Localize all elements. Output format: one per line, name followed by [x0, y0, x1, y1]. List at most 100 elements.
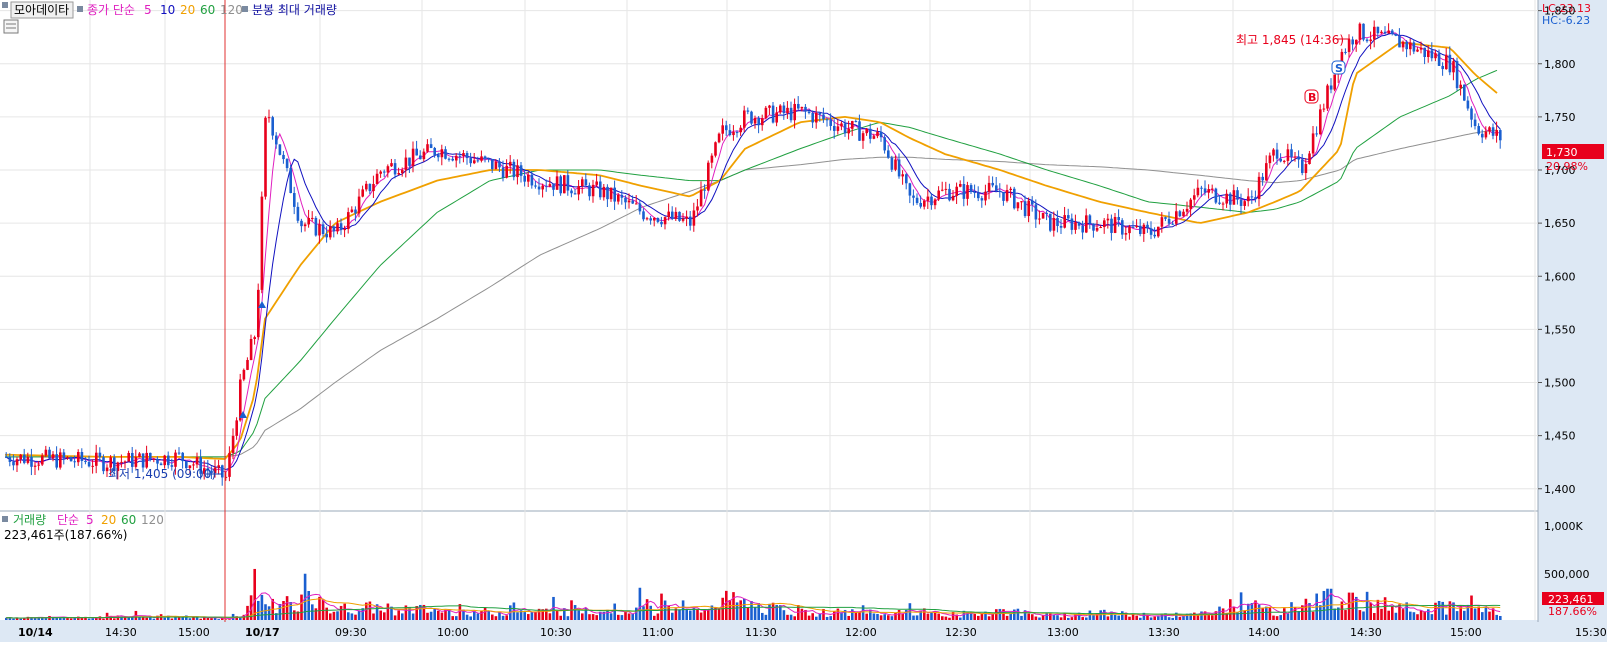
volume-bar[interactable]: [717, 608, 721, 620]
candle-body[interactable]: [354, 209, 357, 214]
candle-body[interactable]: [807, 111, 811, 113]
volume-bar[interactable]: [1463, 610, 1466, 620]
candle-body[interactable]: [1308, 153, 1311, 165]
candle-body[interactable]: [1380, 31, 1383, 34]
volume-bar[interactable]: [1247, 603, 1250, 620]
volume-bar[interactable]: [800, 608, 804, 620]
volume-bar[interactable]: [746, 607, 750, 620]
volume-bar[interactable]: [357, 610, 361, 620]
candle-body[interactable]: [62, 452, 66, 458]
candle-body[interactable]: [663, 217, 667, 225]
volume-bar[interactable]: [1369, 602, 1372, 620]
volume-bar[interactable]: [959, 617, 962, 620]
candle-body[interactable]: [1229, 193, 1232, 205]
candle-body[interactable]: [264, 117, 267, 197]
volume-bar[interactable]: [836, 608, 840, 620]
candle-body[interactable]: [87, 462, 91, 467]
candle-body[interactable]: [537, 186, 541, 190]
volume-bar[interactable]: [887, 615, 890, 620]
candle-body[interactable]: [725, 125, 728, 131]
candle-body[interactable]: [138, 453, 141, 457]
candle-body[interactable]: [534, 185, 537, 187]
candle-body[interactable]: [667, 211, 670, 218]
candle-body[interactable]: [685, 216, 688, 219]
candle-body[interactable]: [811, 112, 814, 123]
candle-body[interactable]: [1092, 223, 1095, 231]
candle-body[interactable]: [307, 217, 310, 225]
candle-body[interactable]: [793, 103, 796, 121]
candle-body[interactable]: [933, 199, 937, 206]
volume-bar[interactable]: [1092, 615, 1095, 620]
candle-body[interactable]: [703, 189, 706, 191]
volume-bar[interactable]: [689, 610, 692, 620]
volume-bar[interactable]: [915, 615, 919, 620]
volume-bar[interactable]: [768, 603, 771, 620]
volume-bar[interactable]: [1117, 615, 1120, 620]
volume-bar[interactable]: [221, 618, 224, 620]
volume-bar[interactable]: [995, 609, 998, 620]
candle-body[interactable]: [570, 190, 573, 194]
volume-bar[interactable]: [325, 607, 328, 620]
candle-body[interactable]: [1070, 218, 1074, 230]
candle-body[interactable]: [1257, 176, 1261, 199]
volume-bar[interactable]: [782, 610, 786, 620]
candle-body[interactable]: [1405, 41, 1408, 50]
candle-body[interactable]: [714, 142, 717, 156]
candle-body[interactable]: [1470, 108, 1473, 120]
volume-bar[interactable]: [876, 613, 879, 620]
candle-body[interactable]: [1182, 211, 1185, 217]
candle-body[interactable]: [422, 151, 426, 160]
candle-body[interactable]: [1056, 217, 1059, 226]
volume-bar[interactable]: [620, 615, 624, 620]
candle-body[interactable]: [1002, 192, 1005, 201]
volume-bar[interactable]: [379, 610, 382, 620]
volume-bar[interactable]: [314, 608, 318, 620]
volume-bar[interactable]: [591, 614, 595, 620]
volume-bar[interactable]: [1157, 616, 1160, 620]
volume-bar[interactable]: [977, 615, 980, 620]
candle-body[interactable]: [84, 460, 87, 463]
candle-body[interactable]: [1225, 193, 1228, 204]
volume-bar[interactable]: [1333, 608, 1336, 620]
candle-body[interactable]: [555, 176, 559, 190]
candle-body[interactable]: [764, 107, 768, 119]
candle-body[interactable]: [1362, 23, 1365, 40]
candle-body[interactable]: [509, 161, 512, 166]
candle-body[interactable]: [779, 105, 782, 113]
candle-body[interactable]: [919, 202, 922, 207]
volume-bar[interactable]: [1067, 617, 1070, 620]
candle-body[interactable]: [620, 194, 624, 198]
volume-bar[interactable]: [1283, 608, 1286, 620]
volume-bar[interactable]: [595, 615, 598, 620]
volume-bar[interactable]: [257, 600, 260, 620]
candle-body[interactable]: [123, 461, 127, 463]
volume-bar[interactable]: [501, 615, 505, 620]
volume-bar[interactable]: [1171, 617, 1174, 620]
candle-body[interactable]: [1293, 156, 1297, 158]
candle-body[interactable]: [566, 175, 570, 191]
candle-body[interactable]: [267, 117, 271, 119]
volume-bar[interactable]: [872, 613, 876, 620]
volume-bar[interactable]: [437, 610, 440, 620]
candle-body[interactable]: [37, 464, 40, 466]
candle-body[interactable]: [1499, 130, 1502, 141]
volume-bar[interactable]: [1182, 616, 1185, 620]
candle-body[interactable]: [192, 464, 195, 466]
volume-bar[interactable]: [649, 605, 652, 620]
candle-body[interactable]: [91, 465, 94, 467]
candle-body[interactable]: [973, 192, 976, 194]
candle-body[interactable]: [458, 155, 462, 157]
volume-bar[interactable]: [671, 612, 674, 620]
volume-bar[interactable]: [638, 587, 642, 620]
candle-body[interactable]: [1261, 176, 1264, 181]
candle-body[interactable]: [836, 126, 840, 131]
candle-body[interactable]: [1412, 42, 1416, 52]
volume-bar[interactable]: [944, 616, 948, 620]
candle-body[interactable]: [887, 150, 890, 158]
volume-bar[interactable]: [732, 592, 735, 620]
volume-bar[interactable]: [149, 617, 152, 620]
candle-body[interactable]: [15, 459, 19, 466]
candle-body[interactable]: [1041, 212, 1045, 219]
candle-body[interactable]: [1394, 33, 1398, 36]
candle-body[interactable]: [311, 217, 314, 219]
